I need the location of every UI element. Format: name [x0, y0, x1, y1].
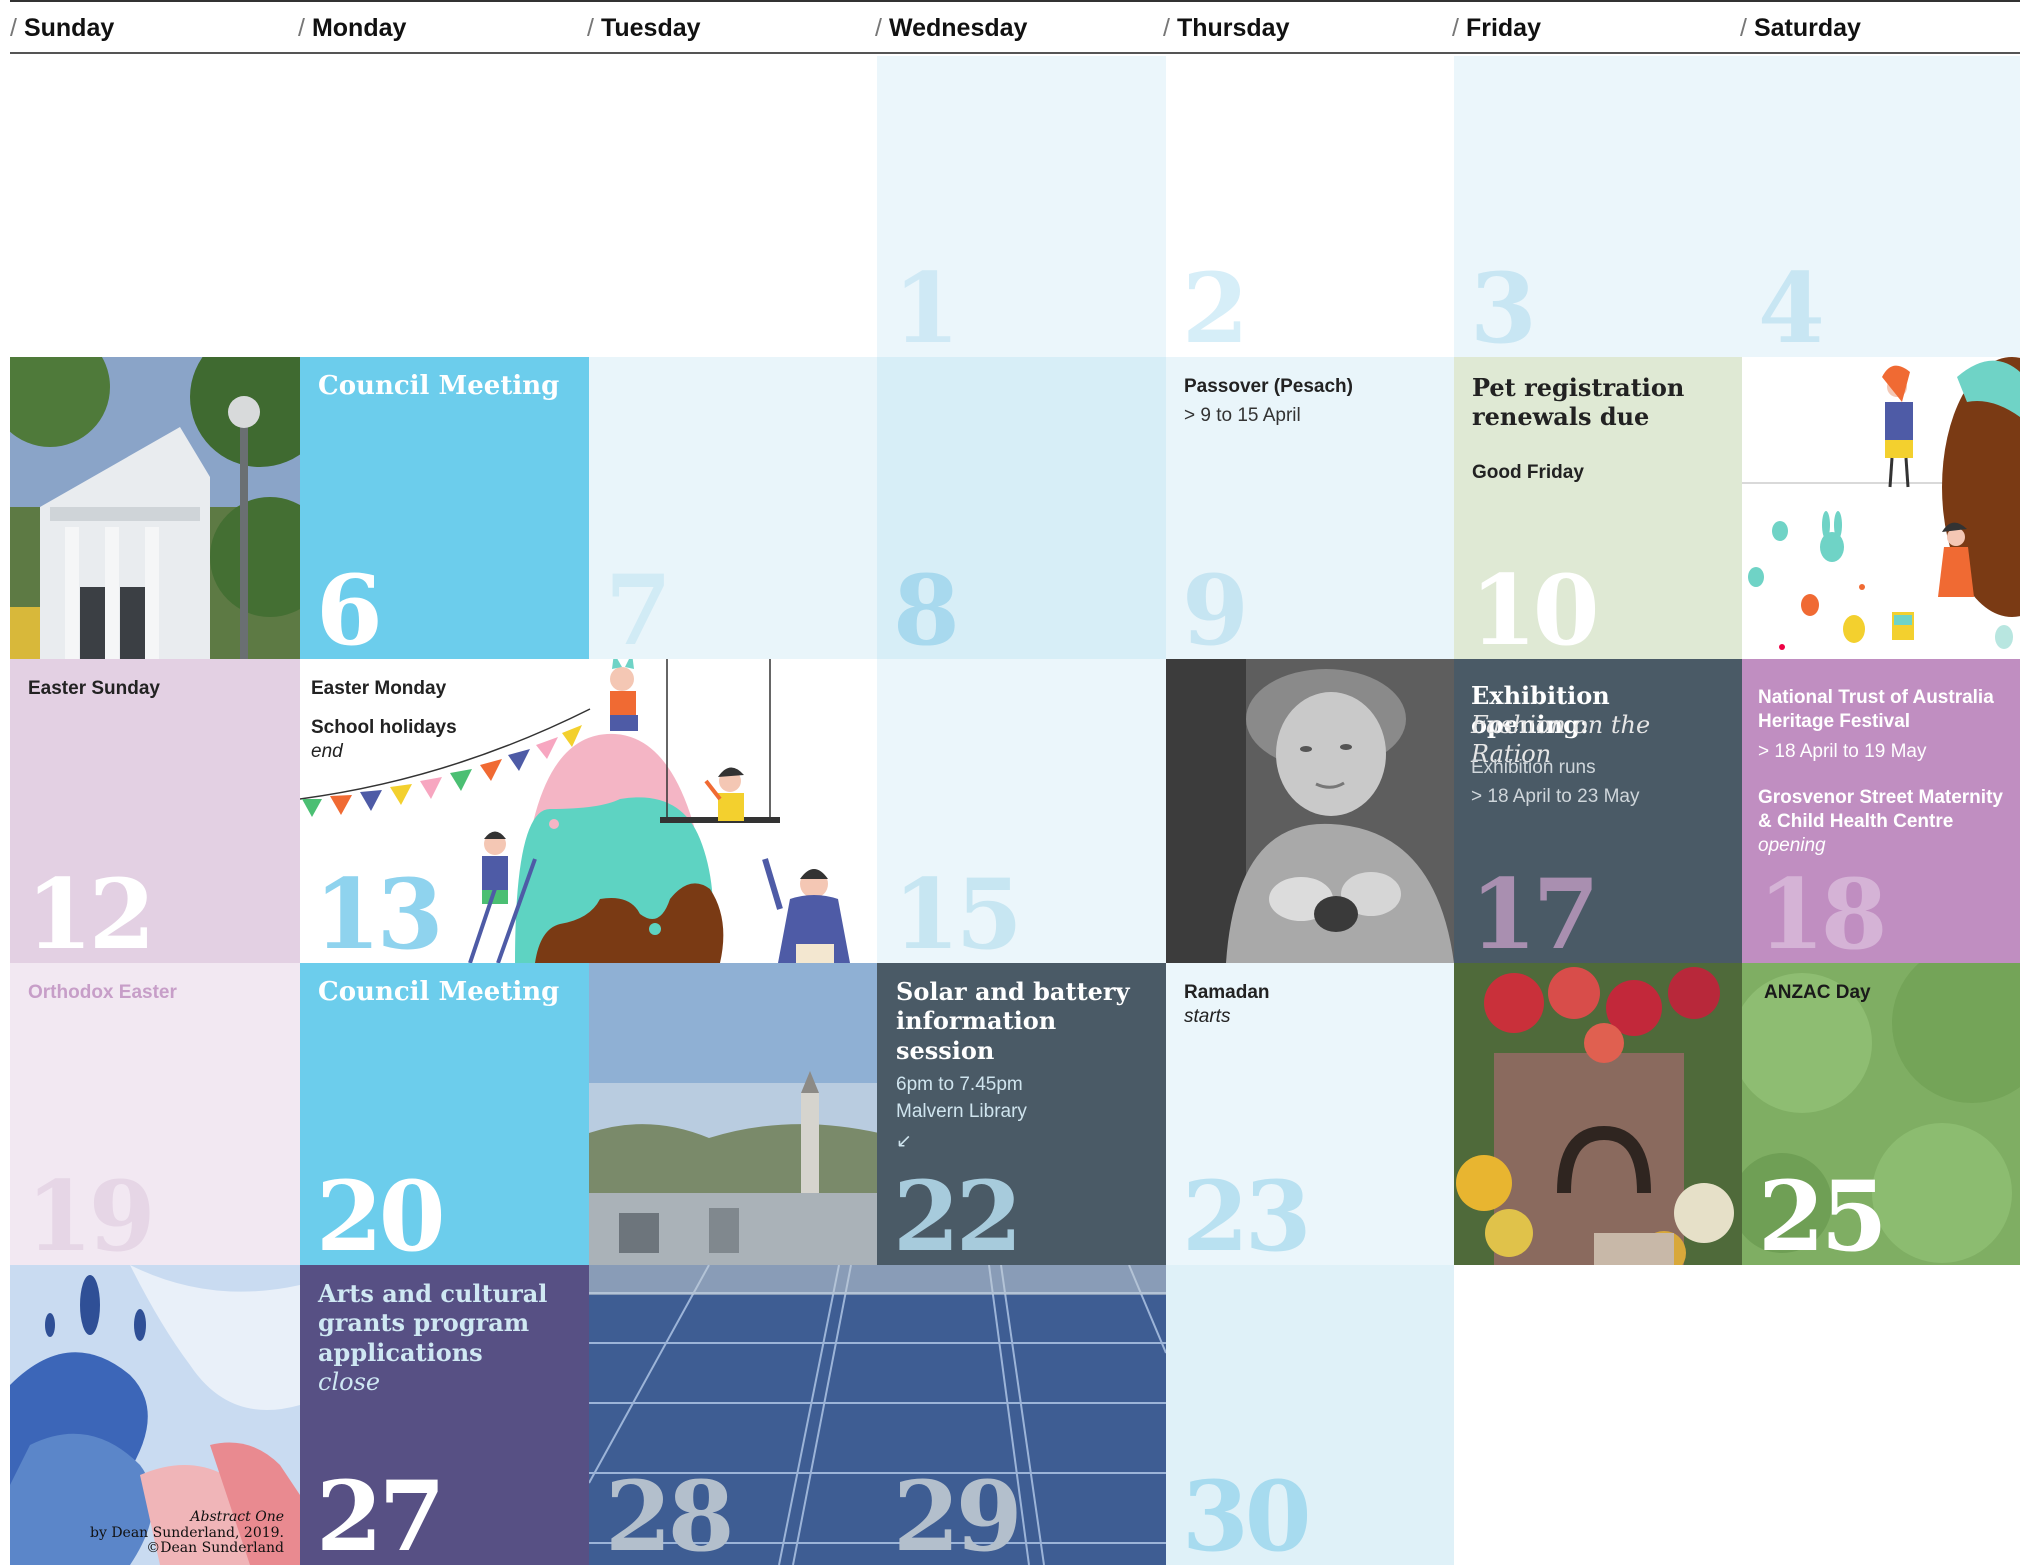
event-grosvenor-centre: Grosvenor Street Maternity & Child Healt… — [1758, 787, 2003, 856]
photo-anzac-wreaths — [1454, 963, 1742, 1265]
event-arts-grants: Arts and cultural grants program applica… — [318, 1279, 548, 1367]
day-number: 6 — [316, 554, 383, 659]
day-cell-30[interactable]: 30 — [1166, 1265, 1454, 1565]
header-friday: / Friday — [1452, 14, 1541, 42]
day-number: 22 — [893, 1160, 1023, 1265]
weekday-header: / Sunday / Monday / Tuesday / Wednesday / Thu… — [10, 0, 2020, 54]
day-number: 25 — [1758, 1160, 1888, 1265]
anzac-wreath-image — [1454, 963, 1742, 1265]
day-cell-15[interactable]: 15 — [877, 659, 1166, 963]
event-heritage-festival: National Trust of Australia Heritage Fes… — [1758, 687, 1994, 732]
day-number: 15 — [893, 858, 1023, 963]
day-cell-10[interactable]: Pet registration renewals due Good Frida… — [1454, 357, 1742, 659]
day-cell-17[interactable]: Exhibition opening: Fashion on the Ratio… — [1454, 659, 1742, 963]
day-cell-1[interactable]: 1 — [877, 56, 1166, 357]
day-cell-2[interactable]: 2 — [1166, 56, 1454, 357]
day-cell-4[interactable]: 4 — [1742, 56, 2020, 357]
header-wednesday: / Wednesday — [875, 14, 1028, 42]
day-cell-3[interactable]: 3 — [1454, 56, 1742, 357]
event-easter-sunday: Easter Sunday — [28, 678, 160, 699]
day-number: 1 — [893, 252, 960, 357]
day-cell-8[interactable]: 8 — [877, 357, 1166, 659]
event-exhibition-dates: > 18 April to 23 May — [1471, 786, 1640, 807]
day-cell-6[interactable]: Council Meeting 6 — [300, 357, 589, 659]
day-cell-20[interactable]: Council Meeting 20 — [300, 963, 589, 1265]
day-cell-18[interactable]: National Trust of Australia Heritage Fes… — [1742, 659, 2020, 963]
day-number: 4 — [1758, 252, 1825, 357]
day-number: 18 — [1758, 858, 1888, 963]
header-thursday: / Thursday — [1163, 14, 1290, 42]
event-arts-grants-close: close — [318, 1368, 381, 1396]
event-ramadan-starts: starts — [1184, 1006, 1231, 1027]
day-number: 3 — [1470, 252, 1537, 357]
event-school-holidays-end: end — [311, 741, 343, 762]
day-number: 7 — [605, 554, 672, 659]
event-passover: Passover (Pesach) — [1184, 376, 1353, 397]
day-cell-9[interactable]: Passover (Pesach) > 9 to 15 April 9 — [1166, 357, 1454, 659]
day-number: 9 — [1182, 554, 1249, 659]
event-solar-battery-session: Solar and battery information session — [896, 977, 1130, 1065]
day-number-29: 29 — [893, 1460, 1023, 1565]
event-passover-dates: > 9 to 15 April — [1184, 405, 1301, 426]
event-exhibition-runs: Exhibition runs — [1471, 757, 1596, 778]
day-number: 13 — [314, 858, 444, 963]
day-number-28: 28 — [605, 1460, 735, 1565]
header-tuesday: / Tuesday — [587, 14, 701, 42]
easter-illustration-cell — [1742, 357, 2020, 659]
event-pet-registration: Pet registration renewals due — [1472, 373, 1685, 432]
event-anzac-day: ANZAC Day — [1764, 982, 1871, 1003]
arrow-icon: ↙ — [896, 1131, 912, 1152]
knitting-woman-image — [1166, 659, 1454, 963]
day-number: 17 — [1470, 858, 1600, 963]
event-solar-place: Malvern Library — [896, 1101, 1027, 1122]
artwork-abstract-one: Abstract One by Dean Sunderland, 2019. ©… — [10, 1265, 300, 1565]
event-good-friday: Good Friday — [1472, 462, 1584, 483]
event-solar-time: 6pm to 7.45pm — [896, 1074, 1023, 1095]
day-number: 2 — [1182, 252, 1249, 357]
day-number: 12 — [26, 858, 156, 963]
event-ramadan: Ramadan — [1184, 982, 1270, 1003]
day-number: 27 — [316, 1460, 446, 1565]
event-school-holidays: School holidays — [311, 717, 457, 738]
day-cell-25[interactable]: ANZAC Day 25 — [1742, 963, 2020, 1265]
photo-town-hall — [10, 357, 300, 659]
day-cell-19[interactable]: Orthodox Easter 19 — [10, 963, 300, 1265]
day-cell-12[interactable]: Easter Sunday 12 — [10, 659, 300, 963]
day-cell-23[interactable]: Ramadan starts 23 — [1166, 963, 1454, 1265]
day-cell-13[interactable]: Easter Monday School holidays end 13 — [300, 659, 877, 963]
event-council-meeting: Council Meeting — [318, 371, 560, 401]
event-heritage-dates: > 18 April to 19 May — [1758, 741, 1927, 762]
town-hall-image — [10, 357, 300, 659]
day-number: 20 — [316, 1160, 446, 1265]
header-sunday: / Sunday — [10, 14, 115, 42]
day-cell-27[interactable]: Arts and cultural grants program applica… — [300, 1265, 589, 1565]
day-number: 8 — [893, 554, 960, 659]
event-orthodox-easter: Orthodox Easter — [28, 982, 177, 1003]
event-council-meeting: Council Meeting — [318, 977, 560, 1007]
artwork-credit: Abstract One by Dean Sunderland, 2019. ©… — [90, 1508, 284, 1557]
header-monday: / Monday — [298, 14, 407, 42]
day-cell-7[interactable]: 7 — [589, 357, 877, 659]
day-cell-22[interactable]: Solar and battery information session 6p… — [877, 963, 1166, 1265]
day-number: 19 — [26, 1160, 156, 1265]
photo-knitting-woman — [1166, 659, 1454, 963]
day-number: 30 — [1182, 1460, 1312, 1565]
day-number: 10 — [1470, 554, 1600, 659]
day-number: 23 — [1182, 1160, 1312, 1265]
event-easter-monday: Easter Monday — [311, 678, 447, 699]
easter-egg-painting-illustration — [1742, 357, 2020, 650]
header-saturday: / Saturday — [1740, 14, 1861, 42]
